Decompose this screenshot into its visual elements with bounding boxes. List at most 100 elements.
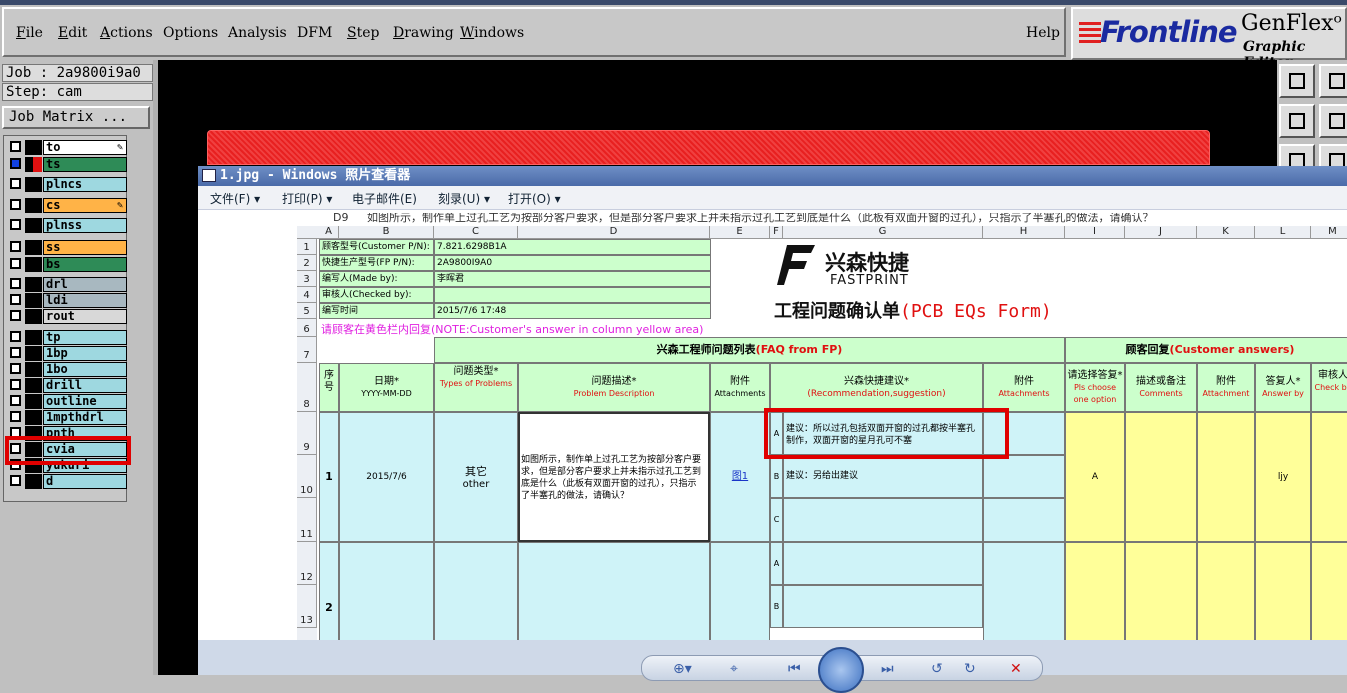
viewer-menu-print[interactable]: 打印(P) ▾ [282,190,332,207]
menu-windows[interactable]: Windows [460,25,524,41]
item1-type-en: other [462,479,490,490]
layer-checkbox[interactable] [10,141,21,152]
layer-row-4[interactable]: plnss [8,218,127,233]
layer-row-7[interactable]: drl [8,277,127,292]
layer-row-3[interactable]: cs ✎ [8,198,127,213]
tool-button-2[interactable] [1319,64,1347,98]
viewer-menu-burn[interactable]: 刻录(U) ▾ [438,190,490,207]
layer-checkbox[interactable] [10,278,21,289]
item2-answer-by[interactable] [1255,542,1311,640]
layer-name[interactable]: 1mpthdrl [43,410,127,425]
job-matrix-button[interactable]: Job Matrix ... [2,106,150,129]
tool-button-4[interactable] [1319,104,1347,138]
item1-attach2-c [983,498,1065,542]
layer-name[interactable]: 1bp [43,346,127,361]
layer-row-19[interactable]: d [8,474,127,489]
layer-name[interactable]: plnss [43,218,127,233]
layer-name[interactable]: tp [43,330,127,345]
layer-name[interactable]: ss [43,240,127,255]
layer-name[interactable]: d [43,474,127,489]
pcb-copper-area [207,130,1210,165]
layer-name[interactable]: cs ✎ [43,198,127,213]
tool-icon-4 [1329,113,1345,129]
layer-checkbox[interactable] [10,219,21,230]
info-label-4: 审核人(Checked by): [319,287,434,303]
item1-comments[interactable] [1125,412,1197,542]
layer-name[interactable]: ts [43,157,127,172]
menu-help[interactable]: Help [1026,25,1060,41]
menu-drawing[interactable]: Drawing [393,25,454,41]
menu-edit[interactable]: Edit [58,25,87,41]
viewer-menu-email[interactable]: 电子邮件(E) [352,190,417,207]
layer-checkbox[interactable] [10,158,21,169]
viewer-title-bar[interactable]: 1.jpg - Windows 照片查看器 [198,166,1347,186]
layer-row-1[interactable]: ts [8,157,127,172]
layer-row-0[interactable]: to ✎ [8,140,127,155]
item2-check-by[interactable] [1311,542,1347,640]
menu-step[interactable]: Step [347,25,379,41]
viewer-menu-open[interactable]: 打开(O) ▾ [508,190,561,207]
item2-choice[interactable] [1065,542,1125,640]
row-header-4: 4 [297,287,317,303]
layer-name[interactable]: outline [43,394,127,409]
layer-row-9[interactable]: rout [8,309,127,324]
item2-attach3[interactable] [1197,542,1255,640]
layer-checkbox[interactable] [10,331,21,342]
item1-choice[interactable]: A [1065,412,1125,542]
hdr-recommend-en: (Recommendation,suggestion) [807,389,946,399]
layer-checkbox[interactable] [10,411,21,422]
item1-answer-by[interactable]: ljy [1255,412,1311,542]
info-label-2: 快捷生产型号(FP P/N): [319,255,434,271]
hdr-desc: 问题描述* Problem Description [518,363,710,412]
hdr-attach-en: Attachments [714,389,766,398]
fastprint-logo-icon [777,245,815,285]
item1-attach3[interactable] [1197,412,1255,542]
layer-name[interactable]: 1bo [43,362,127,377]
layer-row-5[interactable]: ss [8,240,127,255]
layer-checkbox[interactable] [10,310,21,321]
layer-row-8[interactable]: ldi [8,293,127,308]
tool-button-1[interactable] [1279,64,1315,98]
item1-attach-link[interactable]: 图1 [710,412,770,542]
layer-row-11[interactable]: 1bp [8,346,127,361]
item1-check-by[interactable] [1311,412,1347,542]
layer-checkbox[interactable] [10,241,21,252]
hdr-no-text: 序号 [324,370,334,393]
layer-checkbox[interactable] [10,379,21,390]
layer-name[interactable]: drill [43,378,127,393]
layer-row-14[interactable]: outline [8,394,127,409]
viewer-menu-file[interactable]: 文件(F) ▾ [210,190,260,207]
layer-checkbox[interactable] [10,294,21,305]
item1-description[interactable]: 如图所示，制作单上过孔工艺为按部分客户要求，但是部分客户要求上并未指示过孔工艺到… [518,412,710,542]
layer-checkbox[interactable] [10,395,21,406]
item1-date: 2015/7/6 [339,412,434,542]
layer-name[interactable]: to ✎ [43,140,127,155]
menu-actions[interactable]: Actions [100,25,153,41]
layer-checkbox[interactable] [10,258,21,269]
item2-comments[interactable] [1125,542,1197,640]
layer-name[interactable]: plncs [43,177,127,192]
layer-checkbox[interactable] [10,199,21,210]
layer-checkbox[interactable] [10,475,21,486]
slideshow-button[interactable] [818,647,864,693]
tool-button-3[interactable] [1279,104,1315,138]
layer-name[interactable]: drl [43,277,127,292]
layer-row-6[interactable]: bs [8,257,127,272]
info-label-5: 编写时间 [319,303,434,319]
layer-name[interactable]: bs [43,257,127,272]
layer-row-12[interactable]: 1bo [8,362,127,377]
menu-options[interactable]: Options [163,25,218,41]
menu-dfm[interactable]: DFM [297,25,332,41]
layer-checkbox[interactable] [10,363,21,374]
layer-name[interactable]: ldi [43,293,127,308]
menu-file[interactable]: File [16,25,43,41]
layer-checkbox[interactable] [10,178,21,189]
layer-row-10[interactable]: tp [8,330,127,345]
layer-row-2[interactable]: plncs [8,177,127,192]
layer-color-marker-left [25,157,33,172]
menu-analysis[interactable]: Analysis [228,25,287,41]
layer-checkbox[interactable] [10,347,21,358]
layer-name[interactable]: rout [43,309,127,324]
layer-row-15[interactable]: 1mpthdrl [8,410,127,425]
layer-row-13[interactable]: drill [8,378,127,393]
